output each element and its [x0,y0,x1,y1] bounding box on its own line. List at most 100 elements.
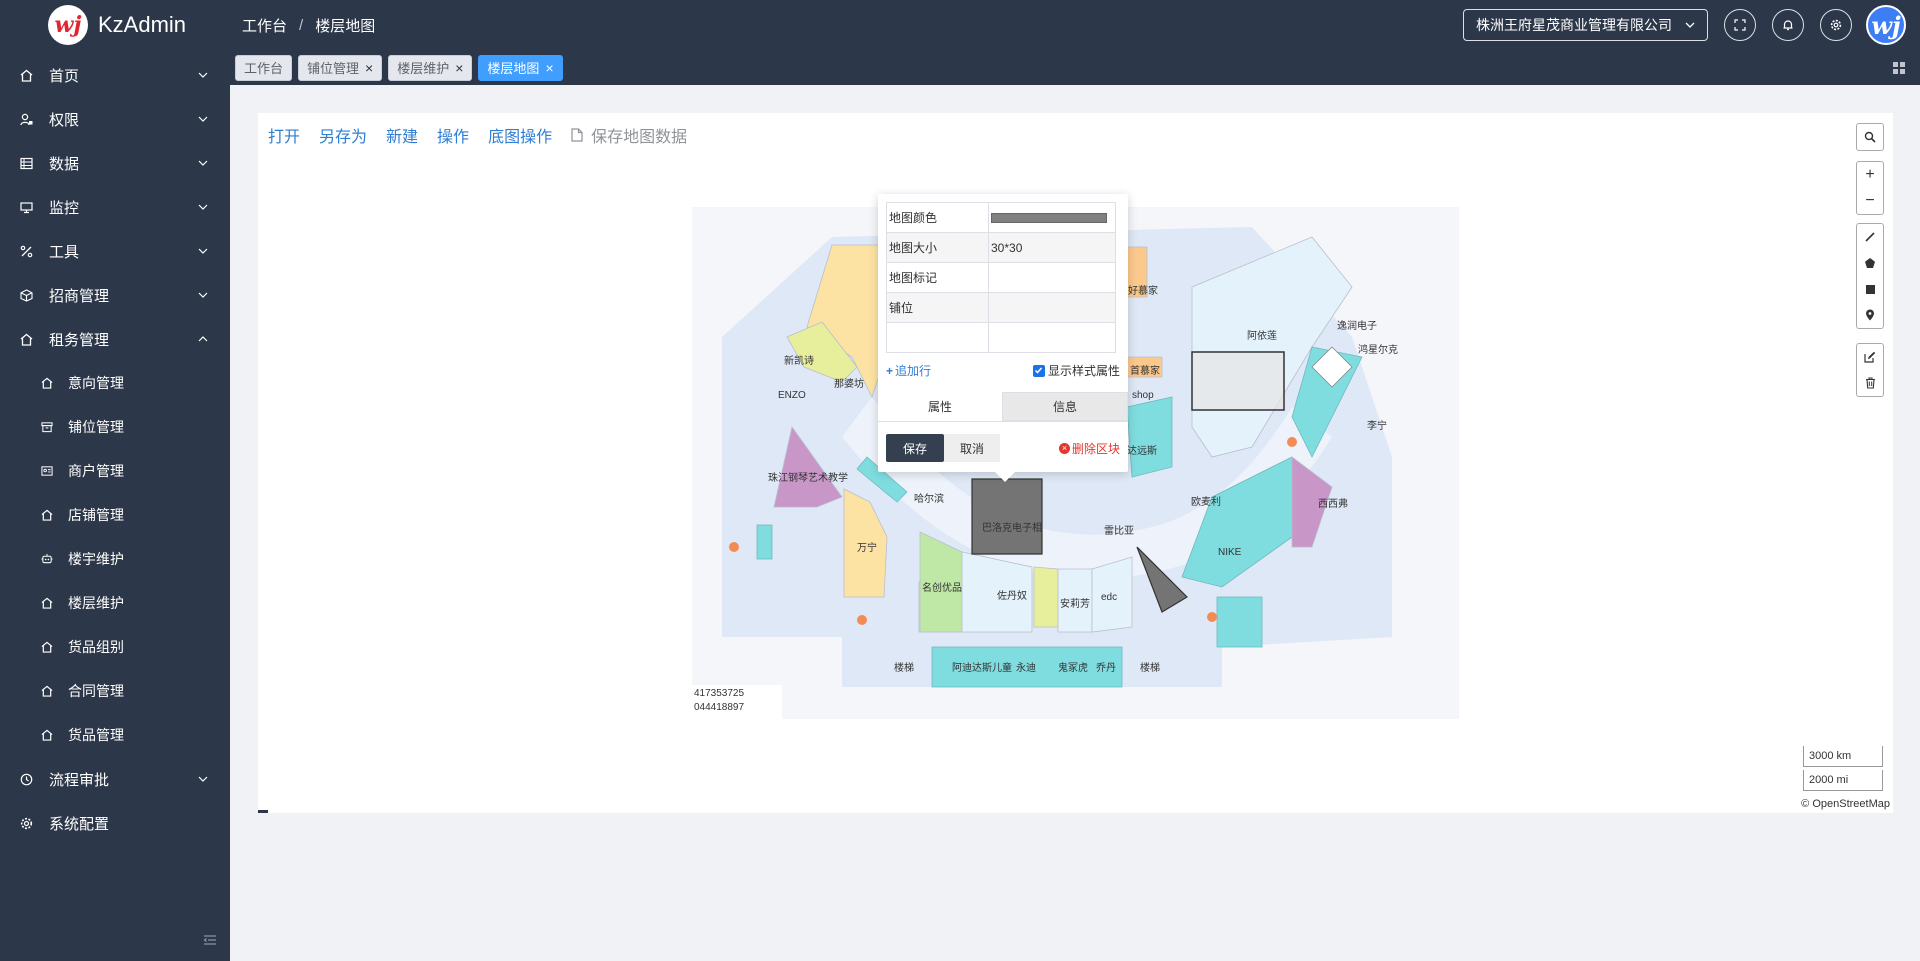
delete-block-label: 删除区块 [1071,441,1120,456]
store-block[interactable] [1033,566,1059,628]
close-icon[interactable]: × [365,60,373,76]
show-style-checkbox[interactable]: 显示样式属性 [1032,362,1120,379]
collapse-sidebar-icon[interactable] [203,933,217,947]
map-label: ENZO [778,390,806,401]
notification-button[interactable] [1772,9,1804,41]
facility-marker [1287,437,1297,447]
store-block[interactable] [1216,596,1263,648]
search-button[interactable] [1857,124,1883,150]
map-label: 阿依莲 [1247,331,1277,342]
sidebar-item-data[interactable]: 数据 [0,141,230,185]
company-select[interactable]: 株洲王府星茂商业管理有限公司 [1463,9,1708,41]
add-row-button[interactable]: + 追加行 [886,362,931,379]
sidebar-item-label: 货品组别 [68,639,124,655]
sidebar-item-goods[interactable]: 货品管理 [0,713,230,757]
map-label: 阿迪达斯儿童 [952,663,1012,674]
sidebar-item-home[interactable]: 首页 [0,53,230,97]
sidebar: wj KzAdmin 首页 权限 数据 监控 工具 招商管理 租务管理 意向管理… [0,0,230,961]
sidebar-item-merchant[interactable]: 商户管理 [0,449,230,493]
save-map-data-button[interactable]: 保存地图数据 [571,123,687,147]
sidebar-item-intention[interactable]: 意向管理 [0,361,230,405]
archive-icon [40,420,54,434]
sidebar-item-store[interactable]: 店铺管理 [0,493,230,537]
store-block[interactable] [756,524,773,560]
save-button[interactable]: 保存 [886,434,944,462]
draw-marker-button[interactable] [1857,302,1883,328]
store-block[interactable] [1126,396,1173,478]
property-value[interactable] [988,322,1116,353]
draw-line-button[interactable] [1857,224,1883,250]
property-value[interactable] [988,262,1116,293]
settings-button[interactable] [1820,9,1852,41]
tab-floor-map[interactable]: 楼层地图 × [478,54,563,81]
color-swatch[interactable] [991,212,1107,223]
property-value[interactable] [988,292,1116,323]
fullscreen-button[interactable] [1724,9,1756,41]
edit-layer-button[interactable] [1857,344,1883,370]
chevron-down-icon [1685,22,1695,28]
tab-workbench[interactable]: 工作台 [235,54,293,81]
tab-shop-unit[interactable]: 铺位管理 × [298,54,383,81]
cancel-button[interactable]: 取消 [944,434,1000,462]
zoom-out-button[interactable]: − [1857,188,1883,214]
selected-block[interactable] [971,478,1043,555]
show-style-label: 显示样式属性 [1047,364,1120,378]
breadcrumb-item[interactable]: 工作台 [242,15,287,36]
new-button[interactable]: 新建 [386,123,418,147]
grid-icon[interactable] [1892,61,1906,75]
map-label: shop [1132,390,1154,401]
home-icon [19,68,33,82]
square-icon [1865,284,1875,294]
sidebar-item-approval[interactable]: 流程审批 [0,757,230,801]
home-icon [40,376,54,390]
sidebar-item-leasing[interactable]: 招商管理 [0,273,230,317]
id-card-icon [40,464,54,478]
avatar[interactable]: wj [1866,5,1906,45]
sidebar-item-label: 数据 [49,155,80,173]
zoom-in-button[interactable]: + [1857,162,1883,188]
sidebar-item-system[interactable]: 系统配置 [0,801,230,845]
sidebar-item-label: 租务管理 [49,331,110,349]
property-value[interactable] [988,202,1116,233]
draw-rectangle-button[interactable] [1857,276,1883,302]
logo[interactable]: wj KzAdmin [0,0,230,50]
facility-marker [729,542,739,552]
map-label: 雷比亚 [1104,526,1134,537]
sidebar-item-permission[interactable]: 权限 [0,97,230,141]
sidebar-item-monitor[interactable]: 监控 [0,185,230,229]
open-button[interactable]: 打开 [268,123,300,147]
close-icon[interactable]: × [545,60,553,76]
sidebar-item-floor[interactable]: 楼层维护 [0,581,230,625]
zoom-control: + − [1856,161,1884,215]
breadcrumb-item: 楼层地图 [315,17,376,35]
tab-attributes[interactable]: 属性 [878,392,1002,421]
property-key[interactable] [886,322,989,353]
property-value[interactable]: 30*30 [988,232,1116,263]
popup-arrow [995,472,1015,482]
sidebar-item-building[interactable]: 楼宇维护 [0,537,230,581]
sidebar-item-tools[interactable]: 工具 [0,229,230,273]
sidebar-item-rental[interactable]: 租务管理 [0,317,230,361]
drawn-rectangle[interactable] [1191,351,1285,411]
operation-button[interactable]: 操作 [437,123,469,147]
sidebar-item-shop-unit[interactable]: 铺位管理 [0,405,230,449]
delete-block-button[interactable]: × 删除区块 [1058,440,1120,457]
basemap-operation-button[interactable]: 底图操作 [488,123,552,147]
property-key: 铺位 [886,292,989,323]
delete-layer-button[interactable] [1857,370,1883,396]
map-label: 名创优品 [922,583,962,594]
sidebar-menu: 首页 权限 数据 监控 工具 招商管理 租务管理 意向管理 铺位管理 商户管理 … [0,53,230,845]
sidebar-item-goods-group[interactable]: 货品组别 [0,625,230,669]
close-icon[interactable]: × [455,60,463,76]
tab-info[interactable]: 信息 [1002,392,1128,421]
sidebar-item-contract[interactable]: 合同管理 [0,669,230,713]
checkbox-checked-icon [1032,364,1045,377]
draw-polygon-button[interactable] [1857,250,1883,276]
table-row: 地图标记 [886,262,1116,293]
tab-floor-maintenance[interactable]: 楼层维护 × [388,54,473,81]
chevron-up-icon [198,336,208,342]
map-label: 万宁 [857,543,877,554]
save-as-button[interactable]: 另存为 [319,123,367,147]
map-attribution[interactable]: © OpenStreetMap [1801,798,1890,810]
pentagon-icon [1865,258,1875,268]
